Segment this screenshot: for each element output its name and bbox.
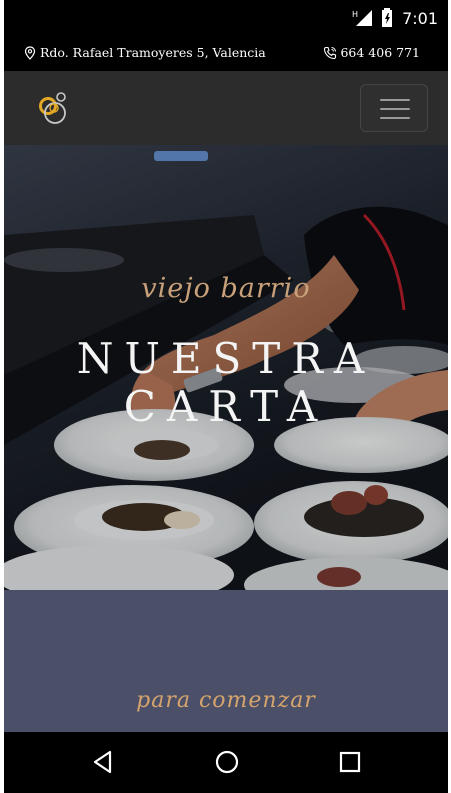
menu-toggle-button[interactable] [360,84,428,132]
page-title: NUESTRA CARTA [4,335,448,431]
section-heading: para comenzar [136,688,316,713]
hero-subtitle: viejo barrio [141,273,311,304]
restaurant-logo[interactable] [34,89,74,129]
status-bar: H 7:01 [4,0,448,37]
address-text: Rdo. Rafael Tramoyeres 5, Valencia [40,45,266,60]
back-button[interactable] [90,749,116,775]
hamburger-icon [380,99,410,101]
recents-square-icon [339,751,361,773]
home-circle-icon [215,750,239,774]
menu-section: para comenzar [4,590,448,732]
hero-banner: viejo barrio NUESTRA CARTA [4,145,448,590]
app-frame: H 7:01 Rdo. Rafael Tramoyeres 5, Valenci… [4,0,448,793]
page-title-line-2: CARTA [123,382,329,431]
system-navigation-bar [4,732,448,793]
address-link[interactable]: Rdo. Rafael Tramoyeres 5, Valencia [24,45,266,60]
phone-text: 664 406 771 [340,45,420,60]
phone-link[interactable]: 664 406 771 [323,45,420,60]
signal-icon: H [352,8,374,28]
hamburger-icon-line [380,108,410,110]
contact-bar: Rdo. Rafael Tramoyeres 5, Valencia 664 4… [4,37,448,71]
battery-icon [380,8,396,28]
recents-button[interactable] [337,749,363,775]
phone-icon [324,46,337,59]
svg-text:H: H [352,10,358,19]
back-triangle-icon [93,750,112,774]
status-time: 7:01 [402,8,438,28]
navbar [4,71,448,145]
hamburger-icon-line [380,117,410,119]
location-pin-icon [24,45,36,60]
page-title-line-1: NUESTRA [76,334,376,383]
home-button[interactable] [214,749,240,775]
